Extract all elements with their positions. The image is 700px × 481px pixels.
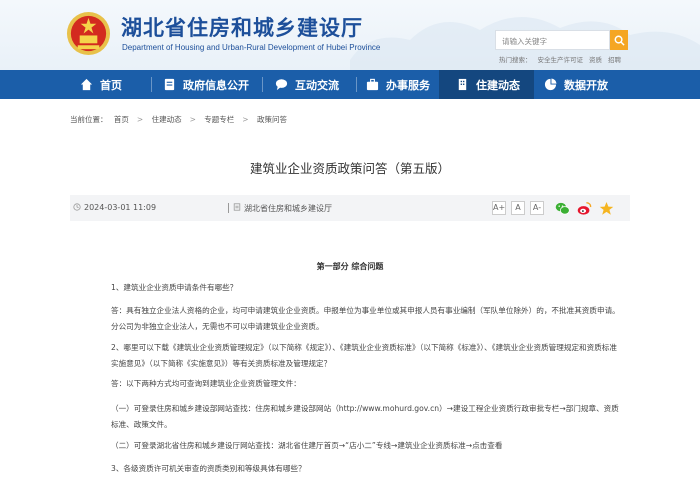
favorite-icon[interactable] [599,201,614,216]
breadcrumb: 当前位置： 首页 > 住建动态 > 专题专栏 > 政策问答 [70,115,287,124]
article-paragraph: 1、建筑业企业资质申请条件有哪些？ [111,283,238,292]
breadcrumb-item[interactable]: 专题专栏 [204,115,234,124]
article-paragraph: 答：以下两种方式均可查询到建筑业企业资质管理文件： [111,379,301,388]
hot-search: 热门搜索： 安全生产许可证 资质 招聘 [499,54,627,64]
article-paragraph: 2、哪里可以下载《建筑业企业资质管理规定》（以下简称《规定》）、《建筑业企业资质… [111,343,617,368]
home-icon [80,78,93,91]
nav-label: 互动交流 [295,78,339,92]
font-size-decrease-button[interactable]: A- [530,201,544,215]
nav-label: 住建动态 [476,78,520,92]
font-size-default-button[interactable]: A [511,201,525,215]
article-title: 建筑业企业资质政策问答（第五版） [249,161,450,176]
breadcrumb-item[interactable]: 首页 [114,115,129,124]
article-paragraph: （二）可登录湖北省住房和城乡建设厅网站查找：湖北省住建厅首页→“店小二”专线→建… [111,441,503,450]
nav-item-interaction[interactable]: 互动交流 [275,70,339,99]
nav-item-open-data[interactable]: 数据开放 [544,70,608,99]
article-paragraph: （一）可登录住房和城乡建设部网站查找：住房和城乡建设部网站（http://www… [111,404,619,429]
clock-icon [73,203,81,211]
hot-search-item[interactable]: 安全生产许可证 [538,56,584,64]
nav-divider [356,77,357,92]
service-icon [366,78,379,91]
weibo-icon[interactable] [577,201,592,216]
hot-search-label: 热门搜索： [499,56,532,64]
nav-label: 首页 [100,78,122,92]
font-size-increase-button[interactable]: A+ [492,201,506,215]
meta-divider [228,203,229,213]
breadcrumb-item[interactable]: 政策问答 [257,115,287,124]
search-icon [614,35,625,46]
site-header: 湖北省住房和城乡建设厅 Department of Housing and Ur… [0,0,700,70]
nav-item-news[interactable]: 住建动态 [439,70,534,99]
site-title: 湖北省住房和城乡建设厅 [121,15,363,40]
nav-item-services[interactable]: 办事服务 [366,70,430,99]
nav-divider [262,77,263,92]
nav-item-gov-info[interactable]: 政府信息公开 [163,70,249,99]
main-nav: 首页 政府信息公开 互动交流 办事服务 住建动态 数据开放 [0,70,700,99]
building-icon [458,78,467,91]
nav-label: 政府信息公开 [183,78,249,92]
source-icon [233,203,241,211]
article-paragraph: 答：具有独立企业法人资格的企业，均可申请建筑业企业资质。申报单位为事业单位或其申… [111,306,620,331]
article-source: 湖北省住房和城乡建设厅 [244,204,332,213]
search-button[interactable] [610,30,628,50]
section-heading: 第一部分 综合问题 [316,262,384,271]
nav-label: 数据开放 [564,78,608,92]
hot-search-item[interactable]: 招聘 [608,56,621,64]
nav-divider [151,77,152,92]
publish-date: 2024-03-01 11:09 [84,203,157,212]
nav-label: 办事服务 [386,78,430,92]
chat-icon [275,79,288,91]
site-subtitle: Department of Housing and Urban-Rural De… [122,43,381,52]
wechat-icon[interactable] [555,201,570,216]
search-input[interactable]: 请输入关键字 [495,30,610,50]
national-emblem-icon [66,11,111,56]
breadcrumb-item[interactable]: 住建动态 [152,115,182,124]
article-meta-bar: 2024-03-01 11:09 湖北省住房和城乡建设厅 A+ A A- [70,195,630,221]
breadcrumb-prefix: 当前位置： [70,115,108,124]
article-paragraph: 3、各级资质许可机关审查的资质类别和等级具体有哪些？ [111,464,306,473]
chart-icon [544,78,557,91]
info-icon [164,78,175,91]
hot-search-item[interactable]: 资质 [589,56,602,64]
nav-item-home[interactable]: 首页 [80,70,122,99]
